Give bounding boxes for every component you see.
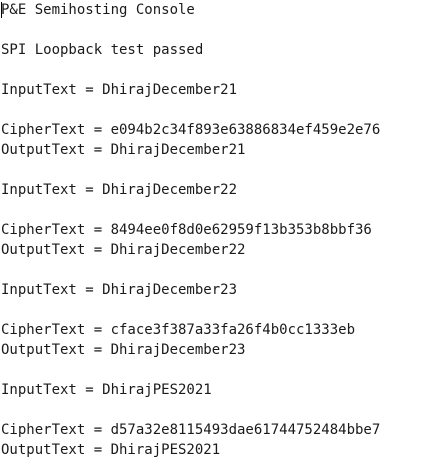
input-text-line: InputText = DhirajPES2021 — [1, 382, 212, 398]
console-title: P&E Semihosting Console — [1, 2, 195, 18]
test-status-line: SPI Loopback test passed — [1, 42, 204, 58]
output-text-line: OutputText = DhirajDecember23 — [1, 342, 246, 358]
cipher-text-line: CipherText = cface3f387a33fa26f4b0cc1333… — [1, 322, 356, 338]
cipher-text-line: CipherText = e094b2c34f893e63886834ef459… — [1, 122, 381, 138]
input-text-line: InputText = DhirajDecember21 — [1, 82, 238, 98]
cipher-text-line: CipherText = 8494ee0f8d0e62959f13b353b8b… — [1, 222, 372, 238]
input-text-line: InputText = DhirajDecember22 — [1, 182, 238, 198]
cipher-text-line: CipherText = d57a32e8115493dae6174475248… — [1, 422, 381, 438]
output-text-line: OutputText = DhirajPES2021 — [1, 442, 221, 458]
output-text-line: OutputText = DhirajDecember21 — [1, 142, 246, 158]
semihosting-console-output[interactable]: P&E Semihosting Console SPI Loopback tes… — [0, 0, 444, 469]
output-text-line: OutputText = DhirajDecember22 — [1, 242, 246, 258]
input-text-line: InputText = DhirajDecember23 — [1, 282, 238, 298]
